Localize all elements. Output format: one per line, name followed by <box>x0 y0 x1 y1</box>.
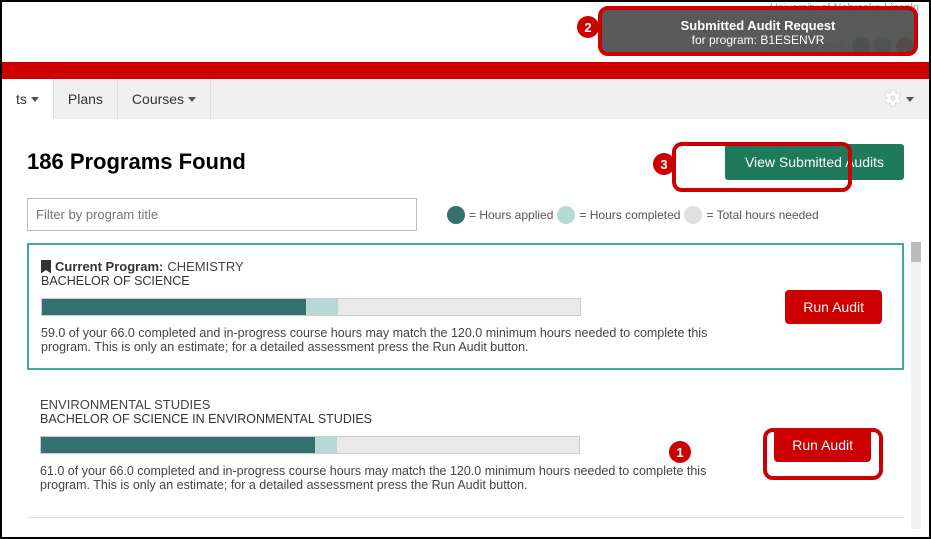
run-audit-button[interactable]: Run Audit <box>774 428 871 462</box>
legend-dot-total <box>684 206 702 224</box>
main-content: 186 Programs Found View Submitted Audits… <box>2 119 929 537</box>
chevron-down-icon <box>31 97 39 102</box>
nav-item-label: Plans <box>68 91 103 107</box>
callout-badge-3: 3 <box>653 153 675 175</box>
toast-subtitle: for program: B1ESENVR <box>614 33 902 47</box>
program-card-current: Current Program: CHEMISTRY BACHELOR OF S… <box>27 243 904 370</box>
view-submitted-audits-button[interactable]: View Submitted Audits <box>725 144 904 180</box>
program-estimate-text: 61.0 of your 66.0 completed and in-progr… <box>40 464 720 492</box>
nav-item-label: ts <box>16 91 27 107</box>
legend-dot-applied <box>447 206 465 224</box>
chevron-down-icon <box>906 97 914 102</box>
current-program-label: Current Program: <box>55 259 163 274</box>
filter-input[interactable] <box>27 198 417 231</box>
scrollbar-thumb[interactable] <box>911 242 921 262</box>
progress-bar <box>41 298 581 316</box>
run-audit-button[interactable]: Run Audit <box>785 290 882 324</box>
progress-applied-segment <box>41 437 315 453</box>
page-heading: 186 Programs Found <box>27 149 246 175</box>
legend-label-completed: = Hours completed <box>579 208 680 222</box>
nav-item-plans[interactable]: Plans <box>54 79 118 119</box>
toast-notification: Submitted Audit Request for program: B1E… <box>602 10 914 55</box>
scrollbar-track[interactable] <box>911 242 921 529</box>
program-degree: BACHELOR OF SCIENCE IN ENVIRONMENTAL STU… <box>40 412 891 426</box>
nav-item-audits[interactable]: ts <box>2 79 54 119</box>
nav-bar: ts Plans Courses <box>2 79 929 119</box>
divider <box>27 517 904 518</box>
nav-item-label: Courses <box>132 91 184 107</box>
chevron-down-icon <box>188 97 196 102</box>
toast-title: Submitted Audit Request <box>614 18 902 33</box>
program-degree: BACHELOR OF SCIENCE <box>41 274 890 288</box>
program-name: ENVIRONMENTAL STUDIES <box>40 397 210 412</box>
header-red-bar <box>2 62 929 80</box>
legend-dot-completed <box>557 206 575 224</box>
legend: = Hours applied = Hours completed = Tota… <box>447 206 819 224</box>
progress-applied-segment <box>42 299 306 315</box>
legend-label-applied: = Hours applied <box>469 208 553 222</box>
progress-completed-segment <box>306 299 338 315</box>
program-estimate-text: 59.0 of your 66.0 completed and in-progr… <box>41 326 721 354</box>
progress-completed-segment <box>315 437 337 453</box>
nav-item-courses[interactable]: Courses <box>118 79 211 119</box>
program-card: ENVIRONMENTAL STUDIES BACHELOR OF SCIENC… <box>27 382 904 507</box>
callout-badge-2: 2 <box>577 16 599 38</box>
program-name: CHEMISTRY <box>167 259 243 274</box>
progress-bar <box>40 436 580 454</box>
legend-label-total: = Total hours needed <box>706 208 818 222</box>
bookmark-icon <box>41 260 51 274</box>
callout-badge-1: 1 <box>669 441 691 463</box>
settings-menu[interactable] <box>884 89 914 110</box>
gear-icon <box>884 89 902 110</box>
